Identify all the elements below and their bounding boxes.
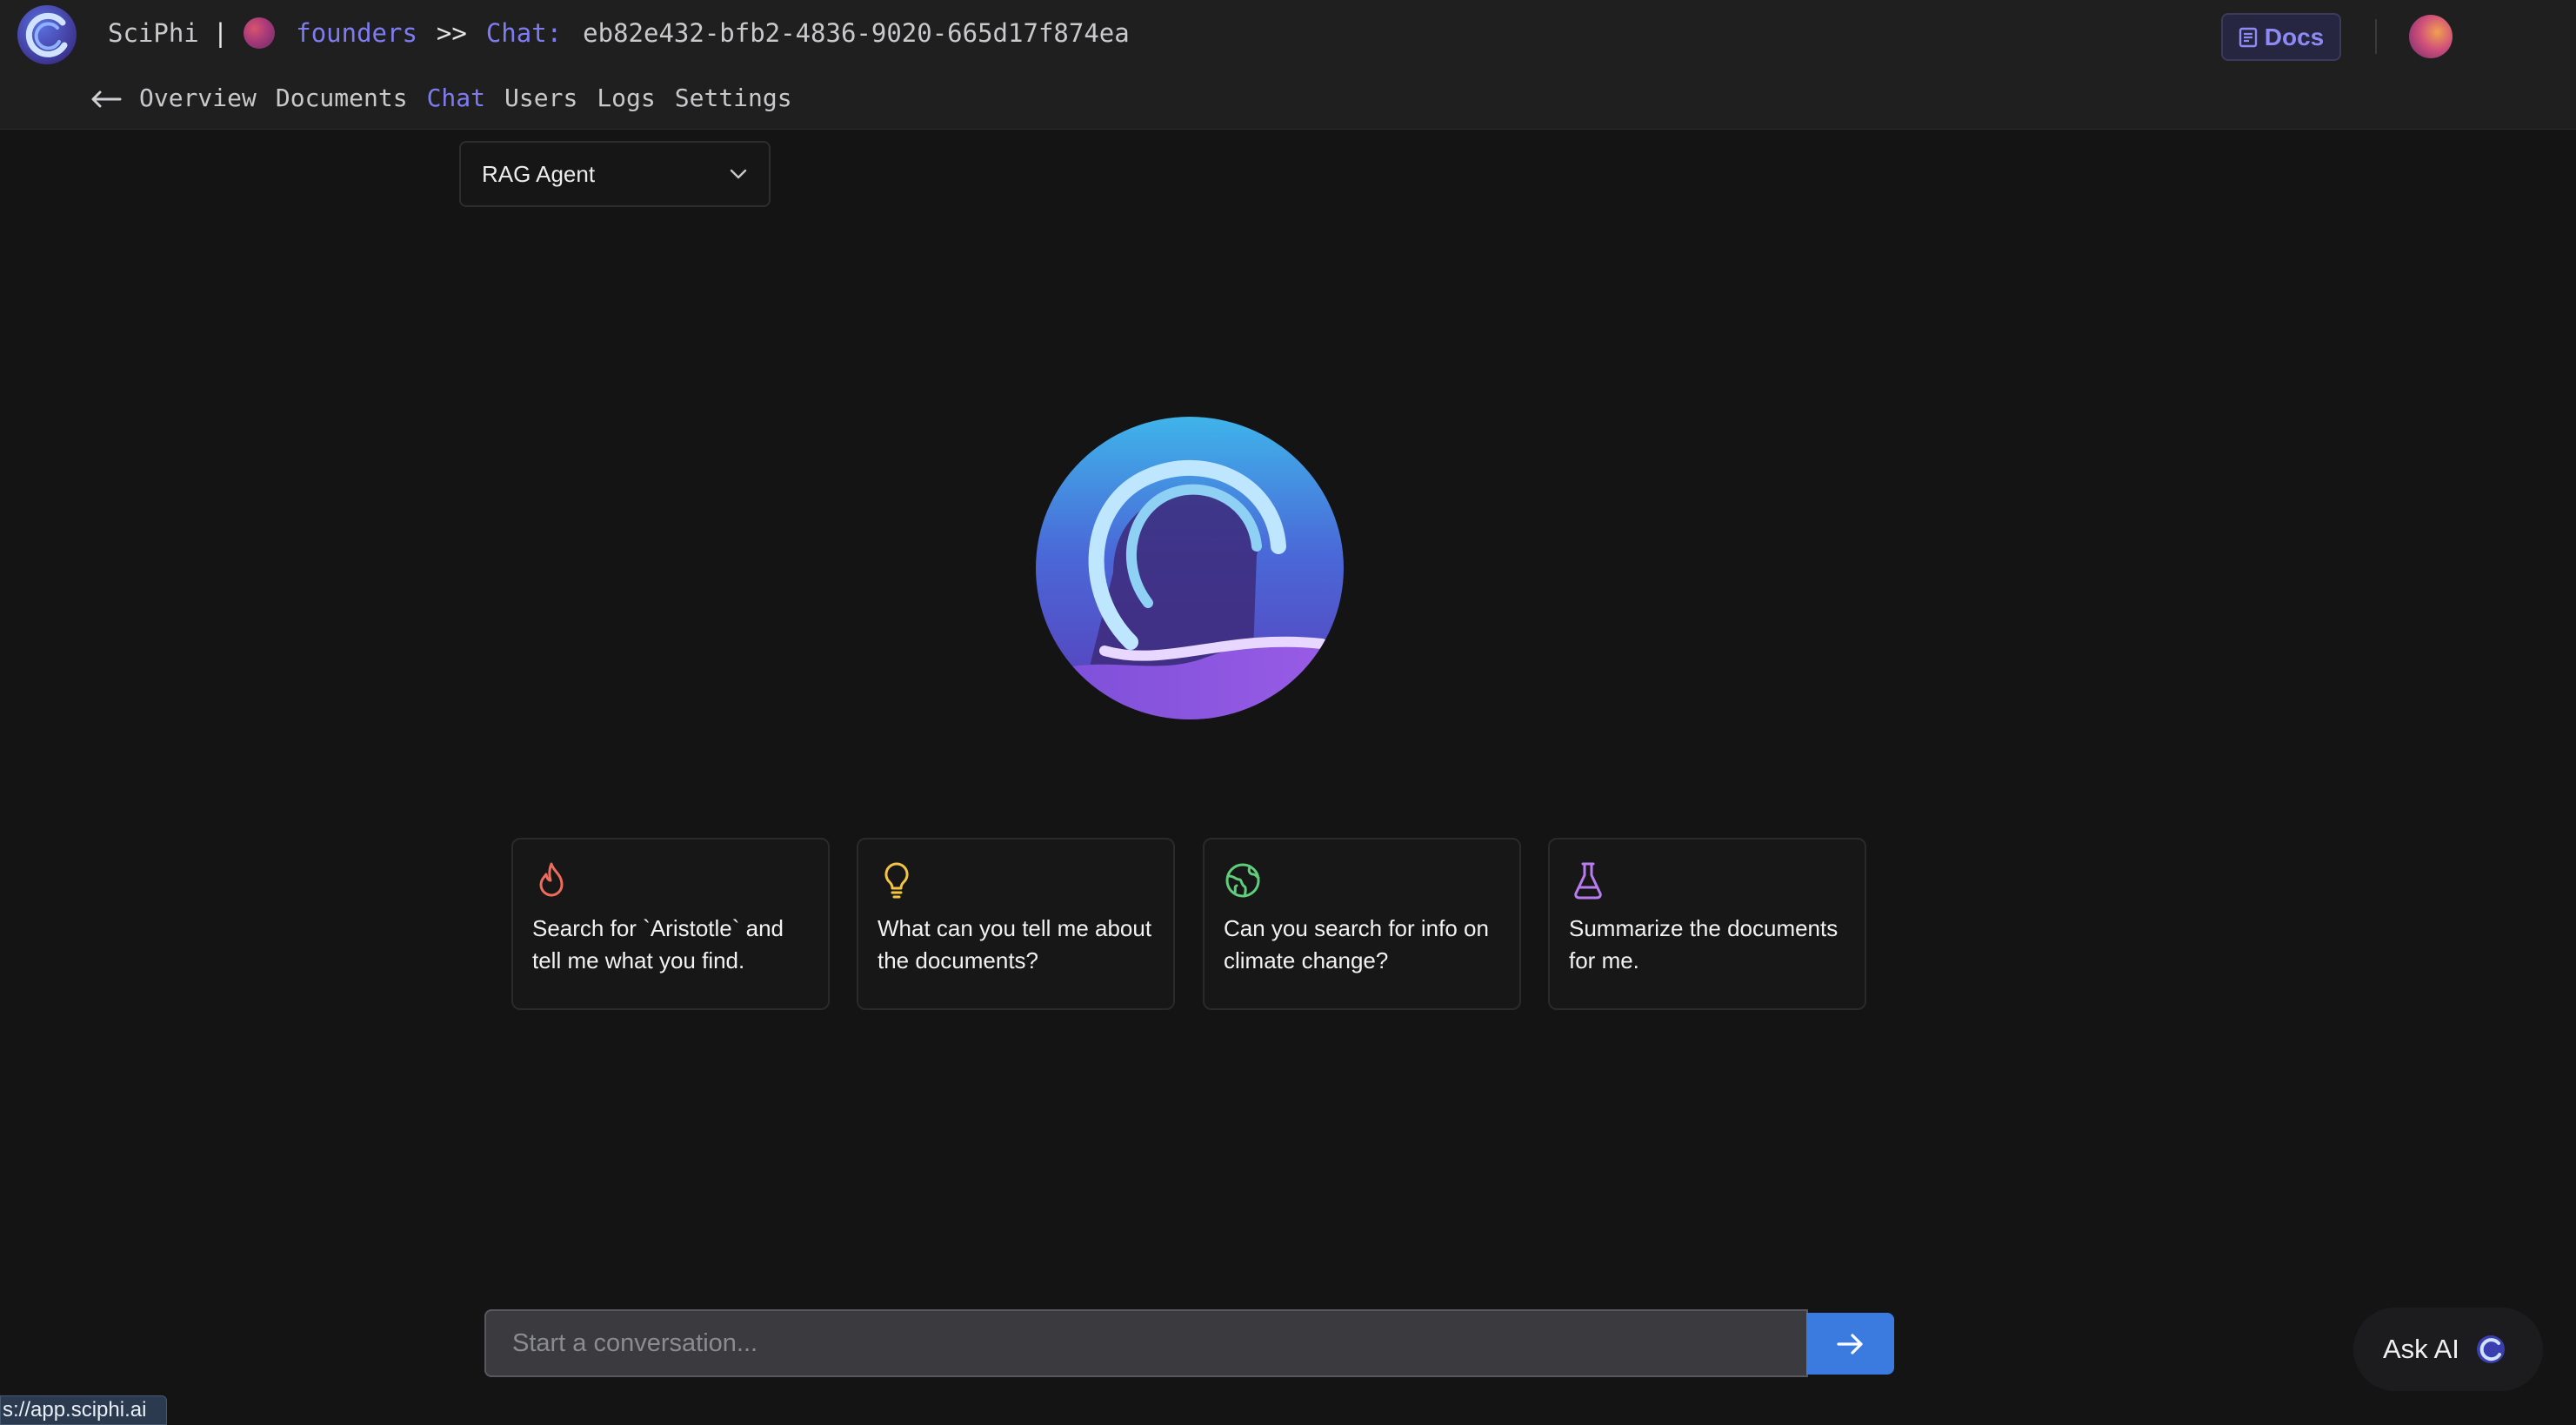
tab-overview[interactable]: Overview xyxy=(139,84,257,112)
agent-select-value: RAG Agent xyxy=(482,160,596,187)
tab-chat[interactable]: Chat xyxy=(427,84,485,112)
chevron-down-icon xyxy=(730,169,747,179)
document-icon xyxy=(2239,27,2257,47)
tab-users[interactable]: Users xyxy=(504,84,577,112)
suggestion-card-aristotle[interactable]: Search for `Aristotle` and tell me what … xyxy=(511,838,830,1010)
project-avatar xyxy=(244,17,276,49)
breadcrumb: SciPhi | founders >> Chat: eb82e432-bfb2… xyxy=(108,16,1130,50)
agent-select[interactable]: RAG Agent xyxy=(459,141,771,207)
brand-name[interactable]: SciPhi xyxy=(108,18,199,48)
breadcrumb-chat-id: eb82e432-bfb2-4836-9020-665d17f874ea xyxy=(583,18,1130,48)
suggestion-text: Search for `Aristotle` and tell me what … xyxy=(532,915,784,973)
send-button[interactable] xyxy=(1806,1313,1894,1375)
sciphi-logo-icon xyxy=(2476,1335,2505,1363)
ask-ai-button[interactable]: Ask AI xyxy=(2353,1308,2543,1391)
tab-documents[interactable]: Documents xyxy=(276,84,408,112)
flame-icon xyxy=(539,862,564,897)
flask-icon xyxy=(1574,862,1602,900)
suggestion-text: Summarize the documents for me. xyxy=(1569,915,1839,973)
suggestion-card-documents[interactable]: What can you tell me about the documents… xyxy=(857,838,1175,1010)
tab-settings[interactable]: Settings xyxy=(675,84,792,112)
lightbulb-icon xyxy=(884,862,909,899)
suggestion-card-climate[interactable]: Can you search for info on climate chang… xyxy=(1203,838,1521,1010)
breadcrumb-pipe: | xyxy=(212,18,229,48)
suggestion-text: What can you tell me about the documents… xyxy=(878,915,1152,973)
top-bar: SciPhi | founders >> Chat: eb82e432-bfb2… xyxy=(0,0,2576,130)
breadcrumb-chat-label[interactable]: Chat: xyxy=(486,18,562,48)
breadcrumb-project[interactable]: founders xyxy=(296,18,417,48)
nav-tabs: Overview Documents Chat Users Logs Setti… xyxy=(87,80,811,115)
user-avatar[interactable] xyxy=(2409,15,2453,58)
arrow-right-icon xyxy=(1836,1333,1863,1355)
arrow-left-icon[interactable] xyxy=(87,85,123,110)
header-divider xyxy=(2375,19,2377,54)
globe-icon xyxy=(1225,863,1260,898)
sciphi-hero-logo xyxy=(1036,417,1344,719)
ask-ai-label: Ask AI xyxy=(2383,1334,2459,1364)
suggestion-cards: Search for `Aristotle` and tell me what … xyxy=(511,838,1868,1012)
docs-label: Docs xyxy=(2264,23,2325,50)
suggestion-card-summarize[interactable]: Summarize the documents for me. xyxy=(1548,838,1866,1010)
breadcrumb-separator: >> xyxy=(436,18,467,48)
sciphi-logo-icon[interactable] xyxy=(16,3,78,66)
docs-button[interactable]: Docs xyxy=(2221,13,2341,61)
tab-logs[interactable]: Logs xyxy=(597,84,655,112)
chat-input[interactable] xyxy=(484,1309,1808,1377)
suggestion-text: Can you search for info on climate chang… xyxy=(1224,915,1489,973)
status-bar-url: s://app.sciphi.ai xyxy=(0,1395,167,1425)
